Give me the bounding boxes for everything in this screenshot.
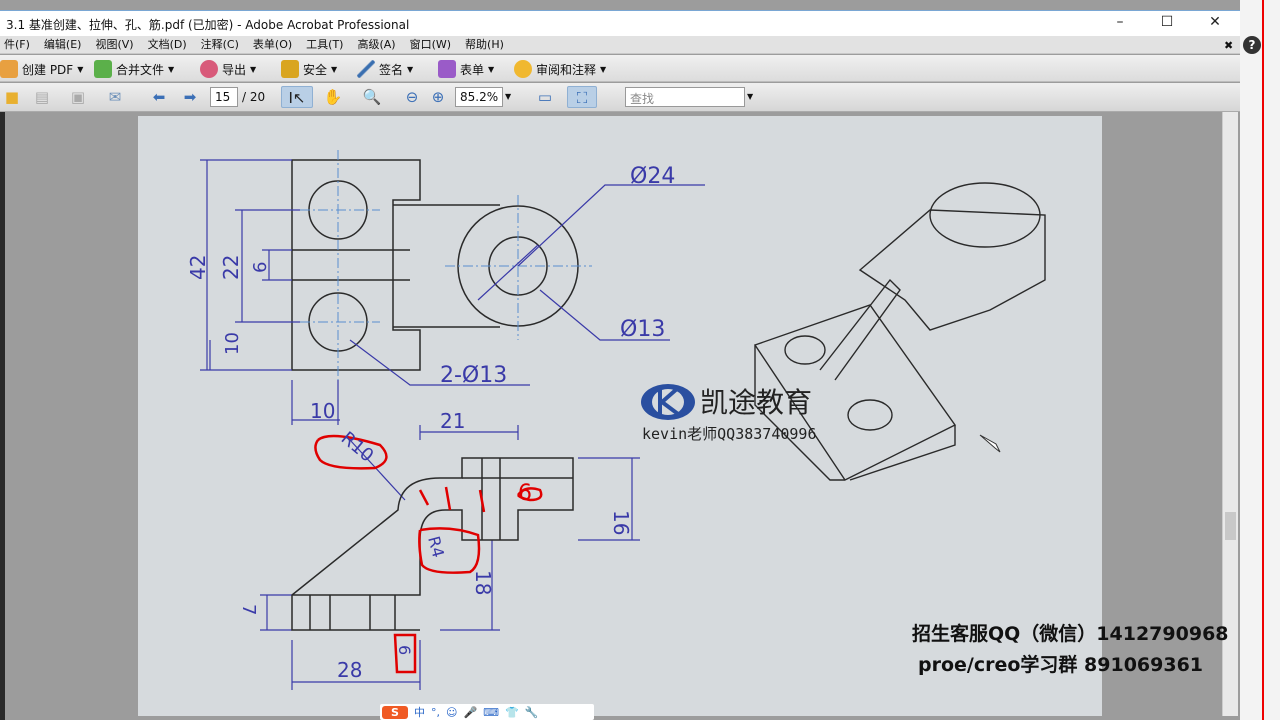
center-lines [300, 150, 592, 380]
ime-toolbar[interactable]: S 中 °, ☺ 🎤 ⌨ 👕 🔧 [380, 704, 594, 720]
dim-d24: Ø24 [630, 164, 675, 189]
technical-drawing: Ø24 Ø13 2-Ø13 42 22 6 10 10 21 R10 6 R4 … [186, 150, 1046, 690]
ime-punct-icon[interactable]: °, [431, 706, 440, 719]
ime-settings-icon[interactable]: 🔧 [525, 706, 539, 719]
watermark-logo: 凯途教育 [641, 384, 812, 420]
dim-d13: Ø13 [620, 317, 665, 342]
sogou-logo-icon: S [382, 705, 408, 719]
annot-6: 6 [518, 481, 532, 506]
ime-voice-icon[interactable]: 🎤 [463, 706, 477, 719]
ime-skin-icon[interactable]: 👕 [505, 706, 519, 719]
logo-text: 凯途教育 [700, 386, 812, 419]
ime-keyboard-icon[interactable]: ⌨ [483, 706, 499, 719]
pen-cursor-icon [979, 434, 1001, 453]
dim-6-bottom: 6 [395, 645, 414, 655]
dim-7: 7 [238, 604, 259, 615]
teacher-contact: kevin老师QQ383740996 [642, 425, 817, 443]
dim-18: 18 [471, 570, 495, 595]
dim-holes: 2-Ø13 [440, 363, 507, 388]
top-view-outline [291, 159, 579, 371]
dim-6: 6 [250, 262, 271, 273]
dim-42: 42 [186, 255, 210, 280]
watermark-line1: 招生客服QQ（微信）1412790968 [912, 623, 1229, 645]
ime-emoji-icon[interactable]: ☺ [446, 706, 457, 719]
dim-10: 10 [310, 399, 335, 423]
watermark-line2: proe/creo学习群 891069361 [918, 654, 1204, 676]
dim-10-vertical: 10 [222, 332, 243, 355]
dim-16: 16 [609, 510, 633, 535]
dim-28: 28 [337, 658, 362, 682]
ime-mode[interactable]: 中 [414, 704, 425, 720]
dim-21: 21 [440, 409, 465, 433]
dim-r10: R10 [337, 428, 378, 467]
dim-r4: R4 [424, 534, 448, 559]
dim-22: 22 [219, 255, 243, 280]
